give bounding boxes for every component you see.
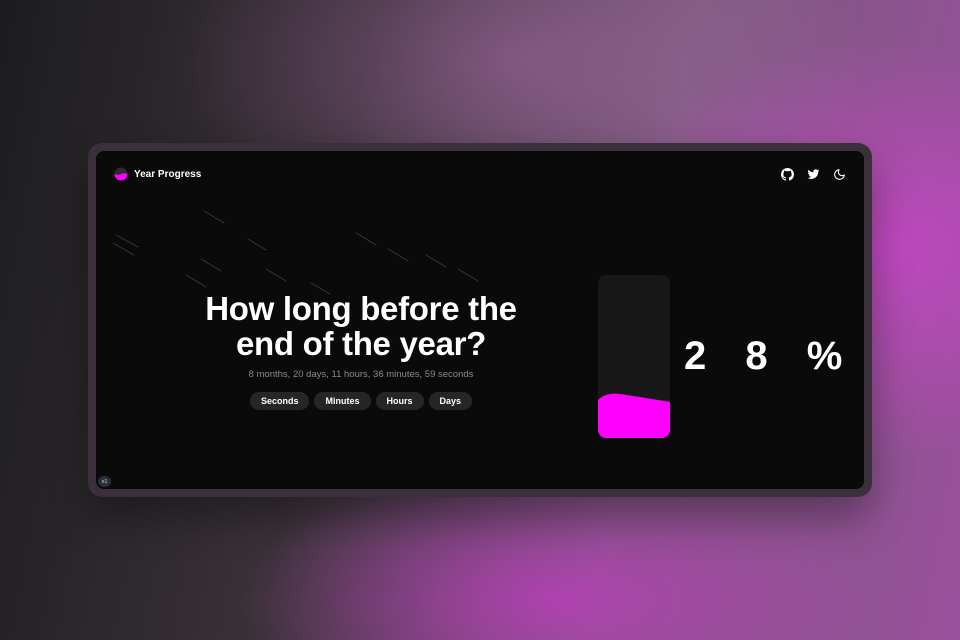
twitter-icon: [807, 168, 819, 179]
progress-gauge: [598, 275, 670, 438]
header-actions: [780, 167, 846, 181]
hero-title: How long before the end of the year?: [156, 291, 566, 361]
hero: How long before the end of the year? 8 m…: [156, 291, 566, 410]
moon-icon: [833, 168, 845, 180]
github-link[interactable]: [780, 167, 794, 181]
theme-toggle[interactable]: [832, 167, 846, 181]
minutes-button[interactable]: Minutes: [314, 392, 371, 410]
unit-buttons: Seconds Minutes Hours Days: [156, 392, 566, 410]
hero-title-line-2: end of the year?: [235, 325, 487, 362]
days-button[interactable]: Days: [428, 392, 473, 410]
header: Year Progress: [114, 161, 846, 187]
twitter-link[interactable]: [806, 167, 820, 181]
app-screen: Year Progress How long before the end of…: [96, 151, 864, 489]
github-icon: [780, 167, 794, 181]
brand[interactable]: Year Progress: [114, 167, 201, 181]
version-badge: x1: [98, 476, 111, 487]
progress-percent: 2 8 %: [684, 334, 857, 378]
app-name: Year Progress: [134, 168, 202, 180]
seconds-button[interactable]: Seconds: [249, 392, 310, 410]
countdown-text: 8 months, 20 days, 11 hours, 36 minutes,…: [248, 369, 474, 380]
progress-gauge-fill: [598, 392, 670, 438]
hours-button[interactable]: Hours: [375, 392, 424, 410]
hero-title-line-1: How long before the: [205, 290, 517, 327]
half-moon-logo-icon: [114, 167, 128, 181]
